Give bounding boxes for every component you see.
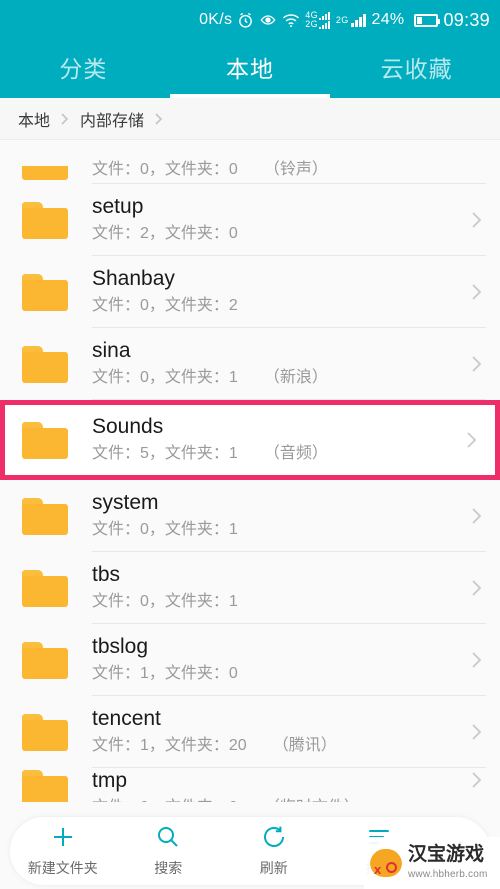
list-item-title: tmp: [92, 769, 128, 792]
refresh-icon: [261, 824, 287, 855]
folder-icon: [22, 497, 68, 535]
list-item-subtitle: 文件：1，文件夹：0: [92, 665, 238, 682]
new-folder-button[interactable]: 新建文件夹: [10, 824, 116, 878]
list-item[interactable]: tbs 文件：0，文件夹：1: [0, 552, 500, 624]
chevron-right-icon: [458, 428, 479, 452]
list-item-title: Sounds: [92, 415, 164, 438]
file-list[interactable]: 文件：0，文件夹：0 （铃声） setup 文件：2，文件夹：0 Shanbay: [0, 140, 500, 889]
folder-icon: [22, 345, 68, 383]
list-item-note: （临时文件）: [264, 796, 360, 802]
search-label: 搜索: [154, 860, 183, 876]
folder-icon: [22, 641, 68, 679]
list-item-note: （铃声）: [263, 161, 328, 178]
breadcrumb-item-local[interactable]: 本地: [18, 107, 50, 131]
chevron-right-icon: [463, 352, 484, 376]
chevron-right-icon: [463, 720, 484, 744]
clock-label: 09:39: [443, 9, 490, 30]
search-icon: [155, 824, 181, 855]
list-item[interactable]: system 文件：0，文件夹：1: [0, 480, 500, 552]
list-item[interactable]: tmp 文件：0，文件夹：0 （临时文件）: [0, 768, 500, 802]
list-item-subtitle: 文件：0，文件夹：2: [92, 297, 238, 314]
list-item[interactable]: 文件：0，文件夹：0 （铃声）: [0, 140, 500, 184]
tab-cloud-favorites[interactable]: 云收藏: [333, 40, 500, 98]
network-speed-label: 0K/s: [199, 11, 233, 28]
chevron-right-icon: [463, 648, 484, 672]
list-item[interactable]: tbslog 文件：1，文件夹：0: [0, 624, 500, 696]
breadcrumb: 本地 内部存储: [0, 98, 500, 140]
refresh-label: 刷新: [259, 860, 288, 876]
sim1-signal-icon: 4G 2G: [305, 11, 331, 29]
list-item-subtitle: 文件：0，文件夹：0: [92, 161, 238, 178]
list-item-title: setup: [92, 195, 144, 218]
sim1-bottom-label: 2G: [305, 19, 318, 29]
chevron-right-icon: [463, 280, 484, 304]
list-item[interactable]: tencent 文件：1，文件夹：20 （腾讯）: [0, 696, 500, 768]
list-item[interactable]: setup 文件：2，文件夹：0: [0, 184, 500, 256]
list-item-subtitle: 文件：0，文件夹：1: [92, 521, 238, 538]
chevron-right-icon: [59, 111, 71, 127]
tab-categories[interactable]: 分类: [0, 40, 167, 98]
wifi-icon: [282, 13, 300, 28]
tab-local[interactable]: 本地: [167, 40, 334, 98]
chevron-right-icon: [463, 208, 484, 232]
watermark: x 汉宝游戏 www.hbherb.com: [364, 837, 500, 889]
list-item[interactable]: sina 文件：0，文件夹：1 （新浪）: [0, 328, 500, 400]
breadcrumb-item-internal-storage[interactable]: 内部存储: [80, 107, 144, 131]
list-item-title: Shanbay: [92, 267, 175, 290]
list-item-title: sina: [92, 339, 131, 362]
folder-icon: [22, 273, 68, 311]
list-item-subtitle: 文件：0，文件夹：0: [92, 796, 238, 802]
list-item-note: （音频）: [263, 445, 328, 462]
list-item-title: tbs: [92, 563, 121, 586]
list-item-title: tencent: [92, 707, 161, 730]
eye-care-icon: [259, 12, 277, 28]
folder-icon: [22, 421, 68, 459]
burger-logo-icon: x: [368, 848, 404, 878]
list-item-title: system: [92, 491, 159, 514]
alarm-clock-icon: [237, 12, 254, 29]
list-item[interactable]: Shanbay 文件：0，文件夹：2: [0, 256, 500, 328]
watermark-brand: 汉宝游戏: [408, 843, 485, 865]
sim2-label: 2G: [335, 14, 349, 25]
sim2-signal-icon: 2G: [336, 13, 367, 27]
list-item-note: （腾讯）: [272, 737, 337, 754]
folder-icon: [22, 201, 68, 239]
folder-icon: [22, 166, 68, 180]
plus-icon: [50, 824, 76, 855]
top-tab-bar: 分类 本地 云收藏: [0, 40, 500, 98]
watermark-url: www.hbherb.com: [408, 868, 488, 880]
status-bar: 0K/s 4G 2G 2G 24% 09:39: [0, 0, 500, 40]
folder-icon: [22, 569, 68, 607]
new-folder-label: 新建文件夹: [27, 860, 98, 876]
list-item-subtitle: 文件：2，文件夹：0: [92, 225, 238, 242]
battery-icon: [409, 13, 441, 27]
list-item-subtitle: 文件：0，文件夹：1: [92, 593, 238, 610]
folder-icon: [22, 770, 68, 802]
chevron-right-icon: [153, 111, 165, 127]
list-item-title: tbslog: [92, 635, 149, 658]
refresh-button[interactable]: 刷新: [221, 824, 327, 878]
chevron-right-icon: [463, 576, 484, 600]
list-item-subtitle: 文件：1，文件夹：20: [92, 737, 247, 754]
search-button[interactable]: 搜索: [116, 824, 222, 878]
battery-percent-label: 24%: [371, 11, 405, 28]
list-item-subtitle: 文件：5，文件夹：1: [92, 445, 238, 462]
folder-icon: [22, 713, 68, 751]
chevron-right-icon: [463, 504, 484, 528]
list-item-note: （新浪）: [263, 369, 328, 386]
list-item-sounds-highlighted[interactable]: Sounds 文件：5，文件夹：1 （音频）: [0, 400, 500, 480]
chevron-right-icon: [463, 768, 484, 792]
list-item-subtitle: 文件：0，文件夹：1: [92, 369, 238, 386]
